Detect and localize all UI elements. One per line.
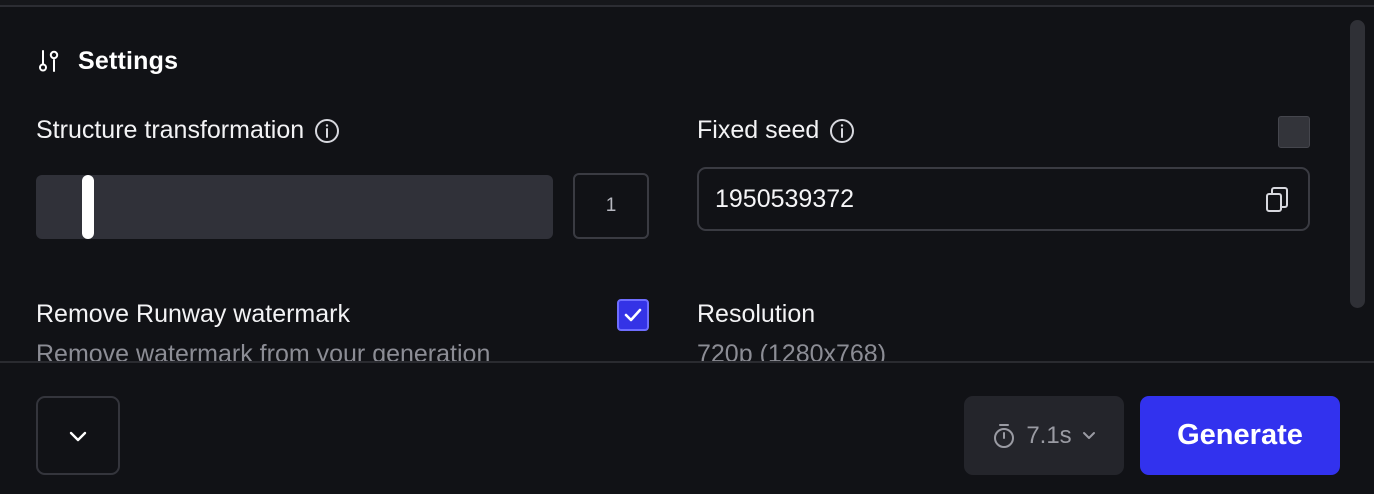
fixed-seed-checkbox[interactable]	[1278, 116, 1310, 148]
remove-watermark-description: Remove watermark from your generation	[36, 340, 491, 361]
seed-input[interactable]: 1950539372	[697, 167, 1310, 231]
seed-value: 1950539372	[715, 184, 855, 213]
structure-transformation-slider[interactable]	[36, 175, 553, 239]
slider-thumb[interactable]	[82, 175, 94, 239]
fixed-seed-label: Fixed seed	[697, 116, 820, 144]
chevron-down-icon	[69, 431, 87, 441]
generate-button[interactable]: Generate	[1140, 396, 1340, 475]
duration-value: 7.1s	[1026, 421, 1072, 449]
info-icon[interactable]	[829, 118, 855, 144]
structure-transformation-label-row: Structure transformation	[36, 116, 340, 145]
structure-transformation-label: Structure transformation	[36, 116, 305, 144]
stopwatch-icon	[994, 423, 1015, 448]
remove-watermark-checkbox[interactable]	[617, 299, 649, 331]
duration-button[interactable]: 7.1s	[964, 396, 1124, 475]
remove-watermark-label: Remove Runway watermark	[36, 300, 350, 328]
copy-icon[interactable]	[1264, 186, 1290, 214]
collapse-button[interactable]	[36, 396, 120, 475]
resolution-label: Resolution	[697, 300, 816, 328]
structure-transformation-value[interactable]: 1	[573, 173, 649, 239]
sliders-icon	[39, 50, 59, 72]
checkmark-icon	[624, 308, 642, 322]
resolution-value[interactable]: 720p (1280x768)	[697, 340, 886, 361]
scrollbar-thumb[interactable]	[1350, 20, 1365, 308]
fixed-seed-label-row: Fixed seed	[697, 116, 855, 145]
settings-header: Settings	[37, 47, 178, 75]
info-icon[interactable]	[314, 118, 340, 144]
panel-top-border	[0, 0, 1374, 7]
chevron-down-icon	[1082, 432, 1095, 439]
settings-panel: Settings Structure transformation 1 Fixe…	[0, 7, 1374, 361]
settings-title: Settings	[78, 46, 179, 75]
footer-bar: 7.1s Generate	[0, 361, 1374, 494]
